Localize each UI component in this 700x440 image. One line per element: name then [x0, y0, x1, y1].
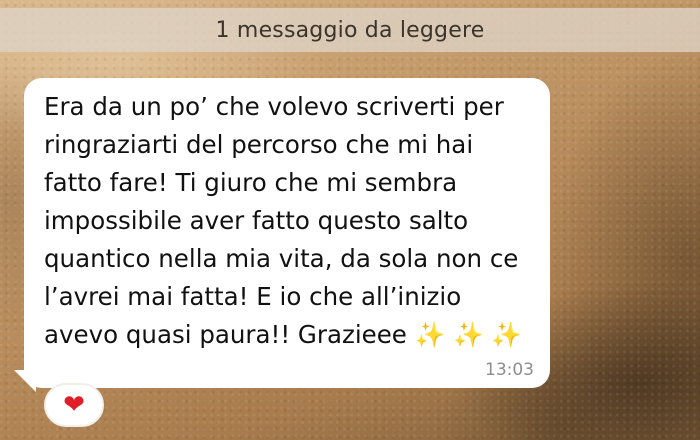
message-timestamp: 13:03 — [485, 360, 534, 380]
message-reaction[interactable]: ❤ — [44, 383, 104, 427]
heart-icon: ❤ — [63, 390, 85, 420]
unread-messages-banner: 1 messaggio da leggere — [0, 8, 700, 52]
incoming-message-bubble[interactable]: Era da un po’ che volevo scriverti per r… — [24, 78, 550, 388]
message-text: Era da un po’ che volevo scriverti per r… — [44, 92, 522, 349]
unread-messages-label: 1 messaggio da leggere — [215, 17, 485, 43]
